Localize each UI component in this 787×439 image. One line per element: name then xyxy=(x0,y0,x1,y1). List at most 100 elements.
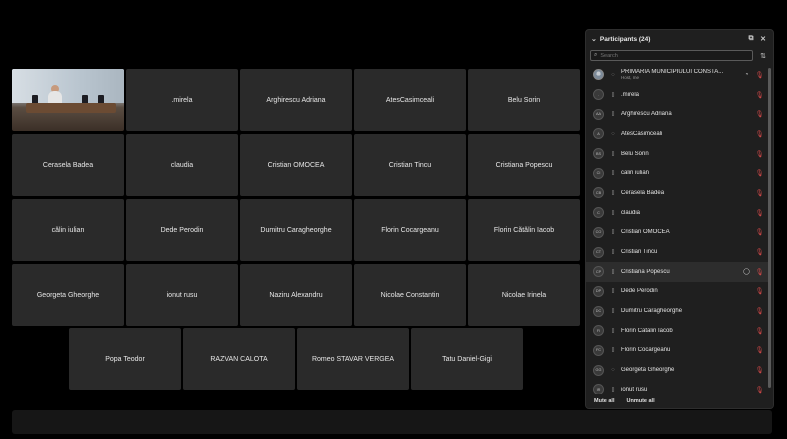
mic-off-icon[interactable]: 🎙︎ xyxy=(755,327,764,335)
phone-icon: ▯ xyxy=(611,249,615,256)
participant-tile[interactable]: Cerasela Badea xyxy=(12,134,124,196)
participant-name: Florin Cocargeanu xyxy=(621,347,671,354)
close-icon[interactable]: ✕ xyxy=(758,35,768,43)
participant-tile[interactable]: Florin Cocargeanu xyxy=(354,199,466,261)
mic-off-icon[interactable]: 🎙︎ xyxy=(755,307,764,315)
participant-tile[interactable]: Cristiana Popescu xyxy=(468,134,580,196)
mic-off-icon[interactable]: 🎙︎ xyxy=(755,386,764,394)
participant-tile[interactable]: AtesCasimceali xyxy=(354,69,466,131)
participant-row[interactable]: CO ▯ Cristian OMOCEA 🎙︎ xyxy=(586,223,769,243)
participant-row[interactable]: CP ▯ Cristiana Popescu ◯ 🎙︎ xyxy=(586,261,769,282)
participant-tile[interactable]: Florin Cătălin Iacob xyxy=(468,199,580,261)
chat-icon[interactable]: ◯ xyxy=(742,268,751,275)
participant-row[interactable]: AA ▯ Arghirescu Adriana 🎙︎ xyxy=(586,104,769,124)
participant-row[interactable]: CT ▯ Cristian Tincu 🎙︎ xyxy=(586,242,769,262)
participant-tile[interactable]: Nicolae Constantin xyxy=(354,264,466,326)
participant-tile[interactable]: Arghirescu Adriana xyxy=(240,69,352,131)
mic-off-icon[interactable]: 🎙︎ xyxy=(755,228,764,236)
avatar: BS xyxy=(593,148,604,160)
participant-row[interactable]: FC ▯ Florin Cocargeanu 🎙︎ xyxy=(586,341,769,361)
participant-name: .mirela xyxy=(621,91,640,98)
participants-panel: ⌄ Participants (24) ⧉ ✕ ⌕ ⇅ ◌ PRIMARIA M… xyxy=(585,29,774,409)
mic-off-icon[interactable]: 🎙︎ xyxy=(755,71,764,79)
participant-row[interactable]: C ▯ claudia 🎙︎ xyxy=(586,203,769,223)
phone-icon: ▯ xyxy=(611,209,615,216)
tile-name: Georgeta Gheorghe xyxy=(36,291,100,299)
search-box: ⌕ xyxy=(590,50,753,61)
participant-tile[interactable]: RAZVAN CALOTA xyxy=(183,328,295,390)
participant-tile[interactable]: Georgeta Gheorghe xyxy=(12,264,124,326)
unmute-all-button[interactable]: Unmute all xyxy=(626,398,654,404)
participant-tile[interactable]: călin iulian xyxy=(12,199,124,261)
participant-row[interactable]: CI ▯ călin iulian 🎙︎ xyxy=(586,163,769,183)
phone-icon: ▯ xyxy=(611,111,615,118)
panel-scrollbar[interactable] xyxy=(768,68,771,388)
avatar: GG xyxy=(593,364,604,376)
tile-name: .mirela xyxy=(171,96,193,104)
participant-tile[interactable]: Dede Perodin xyxy=(126,199,238,261)
participant-tile[interactable]: Naziru Alexandru xyxy=(240,264,352,326)
participant-tile[interactable]: Belu Sorin xyxy=(468,69,580,131)
audio-device-icon: ◌ xyxy=(611,71,615,78)
participant-row[interactable]: FI ▯ Florin Cătălin Iacob 🎙︎ xyxy=(586,321,769,341)
mic-off-icon[interactable]: 🎙︎ xyxy=(755,130,764,138)
participant-tile[interactable]: .mirela xyxy=(126,69,238,131)
tile-name: Florin Cătălin Iacob xyxy=(493,226,555,234)
tile-name: Nicolae Irinela xyxy=(501,291,547,299)
participant-tile[interactable]: Dumitru Caragheorghe xyxy=(240,199,352,261)
participant-tile[interactable]: Cristian OMOCEA xyxy=(240,134,352,196)
video-off-icon[interactable]: ◔ xyxy=(742,72,751,78)
tile-name: Tatu Daniel-Gigi xyxy=(442,355,492,363)
participant-name: Georgeta Gheorghe xyxy=(621,367,675,374)
participant-tile[interactable]: Popa Teodor xyxy=(69,328,181,390)
participant-row[interactable]: A ◌ AtesCasimceali 🎙︎ xyxy=(586,124,769,144)
participant-tile[interactable]: Tatu Daniel-Gigi xyxy=(411,328,523,390)
tile-name: Popa Teodor xyxy=(105,355,145,363)
tile-name: Naziru Alexandru xyxy=(269,291,323,299)
tile-name: claudia xyxy=(170,161,194,169)
phone-icon: ▯ xyxy=(611,189,615,196)
meeting-control-bar xyxy=(12,410,772,434)
participant-tile[interactable]: Romeo STAVAR VERGEA xyxy=(297,328,409,390)
mic-off-icon[interactable]: 🎙︎ xyxy=(755,268,764,276)
tile-name: Romeo STAVAR VERGEA xyxy=(311,355,395,363)
mic-off-icon[interactable]: 🎙︎ xyxy=(755,189,764,197)
participant-row[interactable]: DC ▯ Dumitru Caragheorghe 🎙︎ xyxy=(586,301,769,321)
mic-off-icon[interactable]: 🎙︎ xyxy=(755,287,764,295)
mute-all-button[interactable]: Mute all xyxy=(594,398,614,404)
participant-tile[interactable]: Cristian Tincu xyxy=(354,134,466,196)
avatar: A xyxy=(593,128,604,140)
mic-off-icon[interactable]: 🎙︎ xyxy=(755,150,764,158)
video-tile-host[interactable] xyxy=(12,69,124,131)
participant-name: călin iulian xyxy=(621,170,650,177)
participant-tile[interactable]: Nicolae Irinela xyxy=(468,264,580,326)
panel-title: Participants (24) xyxy=(599,35,651,43)
participant-row[interactable]: CB ▯ Cerasela Badea 🎙︎ xyxy=(586,183,769,203)
avatar: CB xyxy=(593,187,604,199)
mic-off-icon[interactable]: 🎙︎ xyxy=(755,110,764,118)
mic-off-icon[interactable]: 🎙︎ xyxy=(755,366,764,374)
participant-row-host[interactable]: ◌ PRIMARIA MUNICIPIULUI CONSTA... Host, … xyxy=(586,65,769,85)
desktop-icon: ◌ xyxy=(611,130,615,137)
mic-off-icon[interactable]: 🎙︎ xyxy=(755,248,764,256)
chevron-down-icon[interactable]: ⌄ xyxy=(591,35,597,43)
participant-tile[interactable]: claudia xyxy=(126,134,238,196)
mic-off-icon[interactable]: 🎙︎ xyxy=(755,209,764,217)
participant-row[interactable]: . ▯ .mirela 🎙︎ xyxy=(586,85,769,105)
mic-off-icon[interactable]: 🎙︎ xyxy=(755,169,764,177)
participant-row[interactable]: BS ▯ Belu Sorin 🎙︎ xyxy=(586,144,769,164)
participant-row[interactable]: GG ◌ Georgeta Gheorghe 🎙︎ xyxy=(586,360,769,380)
tile-name: Nicolae Constantin xyxy=(380,291,440,299)
participant-tile[interactable]: ionut rusu xyxy=(126,264,238,326)
participant-name: Cristiana Popescu xyxy=(621,268,670,275)
phone-icon: ▯ xyxy=(611,308,615,315)
mic-off-icon[interactable]: 🎙︎ xyxy=(755,91,764,99)
sort-icon[interactable]: ⇅ xyxy=(757,52,769,60)
search-input[interactable] xyxy=(600,52,749,59)
popout-icon[interactable]: ⧉ xyxy=(746,35,756,43)
avatar: CI xyxy=(593,167,604,179)
tile-name: ionut rusu xyxy=(166,291,198,299)
participant-row[interactable]: DP ▯ Dede Perodin 🎙︎ xyxy=(586,282,769,302)
phone-icon: ▯ xyxy=(611,288,615,295)
mic-off-icon[interactable]: 🎙︎ xyxy=(755,346,764,354)
